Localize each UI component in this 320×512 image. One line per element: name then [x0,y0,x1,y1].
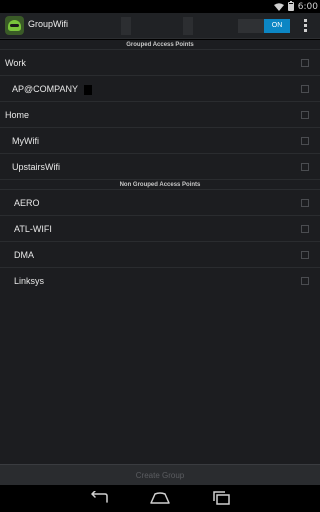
grouped-section-header: Grouped Access Points [0,40,320,50]
system-nav-bar [0,485,320,512]
redacted-block [183,17,193,35]
access-point-checkbox[interactable] [301,251,309,259]
wifi-toggle-switch[interactable]: ON [238,19,290,33]
access-point-row[interactable]: UpstairsWifi [0,154,320,180]
redacted-block [83,84,92,95]
access-point-label: AERO [14,198,40,208]
redacted-block [121,17,131,35]
access-point-checkbox[interactable] [301,163,309,171]
access-point-label: ATL-WIFI [14,224,52,234]
group-checkbox[interactable] [301,111,309,119]
access-point-checkbox[interactable] [301,225,309,233]
access-point-label: Linksys [14,276,45,286]
access-point-row[interactable]: Linksys [0,268,320,294]
status-clock: 6:00 [297,1,318,12]
access-point-checkbox[interactable] [301,137,309,145]
access-point-label: AP@COMPANY [12,76,92,102]
access-point-list: Grouped Access Points Work AP@COMPANY Ho… [0,40,320,464]
action-bar: GroupWifi ON [0,13,320,39]
overflow-menu-icon[interactable] [302,18,308,34]
back-icon[interactable] [88,491,110,506]
nongrouped-section-header: Non Grouped Access Points [0,180,320,190]
recent-apps-icon[interactable] [210,491,232,506]
battery-icon [287,1,294,11]
group-label: Home [5,110,30,120]
access-point-checkbox[interactable] [301,199,309,207]
group-checkbox[interactable] [301,59,309,67]
access-point-label: DMA [14,250,34,260]
access-point-label: UpstairsWifi [12,162,61,172]
access-point-row[interactable]: DMA [0,242,320,268]
app-title: GroupWifi [28,19,69,29]
wifi-signal-icon [273,2,284,11]
create-group-button[interactable]: Create Group [0,464,320,485]
access-point-checkbox[interactable] [301,277,309,285]
access-point-row[interactable]: MyWifi [0,128,320,154]
access-point-row[interactable]: ATL-WIFI [0,216,320,242]
group-row-work[interactable]: Work [0,50,320,76]
group-row-home[interactable]: Home [0,102,320,128]
access-point-label: MyWifi [12,136,39,146]
access-point-checkbox[interactable] [301,85,309,93]
status-bar: 6:00 [0,0,320,13]
access-point-row[interactable]: AERO [0,190,320,216]
app-logo-icon [5,16,24,35]
toggle-on-label: ON [264,19,290,33]
group-label: Work [5,58,26,68]
access-point-row[interactable]: AP@COMPANY [0,76,320,102]
access-point-name: AP@COMPANY [12,84,78,94]
home-icon[interactable] [149,491,171,506]
